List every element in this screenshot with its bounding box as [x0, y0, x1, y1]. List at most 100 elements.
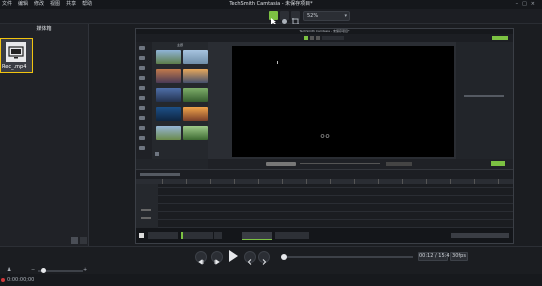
inner-behavior-icon: [139, 86, 145, 90]
inner-theme-thumb-8: [183, 107, 208, 121]
inner-transition-icon: [139, 76, 145, 80]
playback-controls: 00:12 / 15:41 30fps ♟ − +: [0, 246, 542, 275]
zoom-dropdown[interactable]: 52% ▾: [303, 11, 350, 21]
window-title: TechSmith Camtasia - 未保存项目*: [229, 1, 313, 7]
zoom-out-icon[interactable]: −: [31, 267, 35, 273]
record-indicator-icon: [1, 278, 5, 282]
inner-animation-icon: [139, 96, 145, 100]
inner-taskbar-item-3: [214, 232, 222, 239]
chevron-down-icon: ▾: [344, 13, 347, 19]
title-bar: 文件 编辑 修改 视图 共享 帮助 TechSmith Camtasia - 未…: [0, 0, 542, 9]
inner-track-label-2: [141, 217, 151, 219]
zoom-in-icon[interactable]: +: [83, 267, 87, 273]
recorded-screen[interactable]: TechSmith Camtasia - 未保存项目* 主题: [135, 28, 514, 244]
previous-marker-button[interactable]: [244, 251, 256, 265]
maximize-icon[interactable]: □: [522, 1, 531, 7]
play-icon: [229, 250, 238, 262]
clip-filename: Rec_.mp4: [2, 64, 27, 70]
inner-playback-slider: [300, 163, 380, 164]
inner-playback-bar: [208, 159, 513, 169]
clip-thumbnail: [6, 42, 26, 62]
inner-theme-thumb-6: [183, 88, 208, 102]
inner-theme-thumb-2: [183, 50, 208, 64]
inner-preview-black: [232, 46, 454, 157]
inner-media-icon: [139, 46, 145, 50]
chevron-left-icon: [247, 259, 252, 265]
inner-taskbar-item-2: [181, 232, 213, 239]
inner-timecode: [386, 162, 412, 166]
video-icon: [8, 46, 24, 59]
step-back-button[interactable]: [195, 251, 207, 265]
playback-scrubber[interactable]: [283, 256, 413, 258]
media-clip[interactable]: Rec_.mp4: [0, 38, 33, 73]
inner-theme-thumb-4: [183, 69, 208, 83]
status-timecode: 0:00:00;00: [7, 277, 35, 283]
inner-audio-icon: [139, 126, 145, 130]
chevron-right-icon: [262, 259, 267, 265]
inner-start-icon: [139, 233, 144, 238]
inner-theme-thumb-7: [156, 107, 181, 121]
select-tool-icon[interactable]: [269, 11, 278, 25]
inner-properties-panel: [456, 42, 513, 159]
inner-taskbar-item-4: [242, 232, 272, 240]
media-bin-title: 媒体箱: [36, 26, 52, 32]
pan-tool-icon[interactable]: [280, 11, 289, 24]
inner-toolbar: [136, 34, 513, 42]
inner-visual-icon: [139, 136, 145, 140]
inner-theme-thumb-9: [156, 126, 181, 140]
inner-canvas-area: [208, 42, 456, 159]
scrubber-handle[interactable]: [281, 254, 287, 260]
inner-loading-icon: [320, 134, 330, 138]
inner-system-tray: [451, 233, 509, 238]
inner-share-button: [492, 36, 508, 40]
inner-track-headers: [136, 184, 158, 228]
inner-taskbar-item-1: [148, 232, 178, 239]
inner-taskbar-item-5: [275, 232, 309, 239]
media-bin-panel: 媒体箱 Rec_.mp4: [0, 24, 89, 246]
inner-annotation-icon: [139, 66, 145, 70]
close-icon[interactable]: ×: [531, 1, 539, 7]
zoom-person-icon: ♟: [7, 267, 12, 273]
inner-track-label-1: [141, 209, 151, 211]
inner-theme-thumb-10: [183, 126, 208, 140]
inner-properties-hint: [464, 95, 504, 97]
inner-panel-title: 主题: [176, 43, 183, 47]
inner-properties-button: [491, 161, 505, 166]
zoom-slider-handle[interactable]: [41, 268, 46, 273]
grid-view-icon[interactable]: [71, 237, 78, 244]
inner-select-tool-icon: [304, 36, 308, 40]
inner-interactive-icon: [139, 146, 145, 150]
status-bar: 0:00:00;00: [0, 274, 542, 286]
inner-timeline-tools: [140, 173, 180, 176]
crop-tool-icon[interactable]: [291, 11, 300, 25]
inner-crop-tool-icon: [316, 36, 320, 40]
inner-zoom-box: [322, 36, 344, 40]
inner-library-icon: [139, 56, 145, 60]
inner-track-lanes: [158, 184, 513, 228]
inner-theme-panel: 主题: [152, 42, 208, 159]
main-toolbar: 52% ▾: [0, 9, 542, 25]
fps-dropdown[interactable]: 30fps: [450, 252, 468, 261]
inner-mouse-pointer-icon: [277, 61, 278, 64]
inner-theme-thumb-1: [156, 50, 181, 64]
list-view-icon[interactable]: [80, 237, 87, 244]
time-current: 00:12: [419, 253, 434, 259]
next-marker-button[interactable]: [258, 251, 270, 265]
zoom-value: 52%: [307, 13, 319, 19]
step-forward-icon: [214, 259, 220, 265]
step-forward-button[interactable]: [211, 251, 223, 265]
inner-theme-thumb-5: [156, 88, 181, 102]
play-button[interactable]: [229, 250, 238, 262]
inner-add-icon: [155, 152, 159, 156]
inner-tool-column: [136, 42, 152, 159]
timecode-display: 00:12 / 15:41: [418, 252, 453, 261]
step-back-icon: [198, 259, 204, 265]
inner-timeline-tracks: [136, 184, 513, 228]
inner-voice-icon: [139, 116, 145, 120]
window-controls: –□×: [516, 1, 539, 7]
fps-value: 30fps: [452, 253, 466, 259]
inner-pan-tool-icon: [310, 36, 314, 40]
inner-playback-controls: [266, 162, 296, 166]
inner-theme-thumb-3: [156, 69, 181, 83]
inner-cursor-icon: [139, 106, 145, 110]
